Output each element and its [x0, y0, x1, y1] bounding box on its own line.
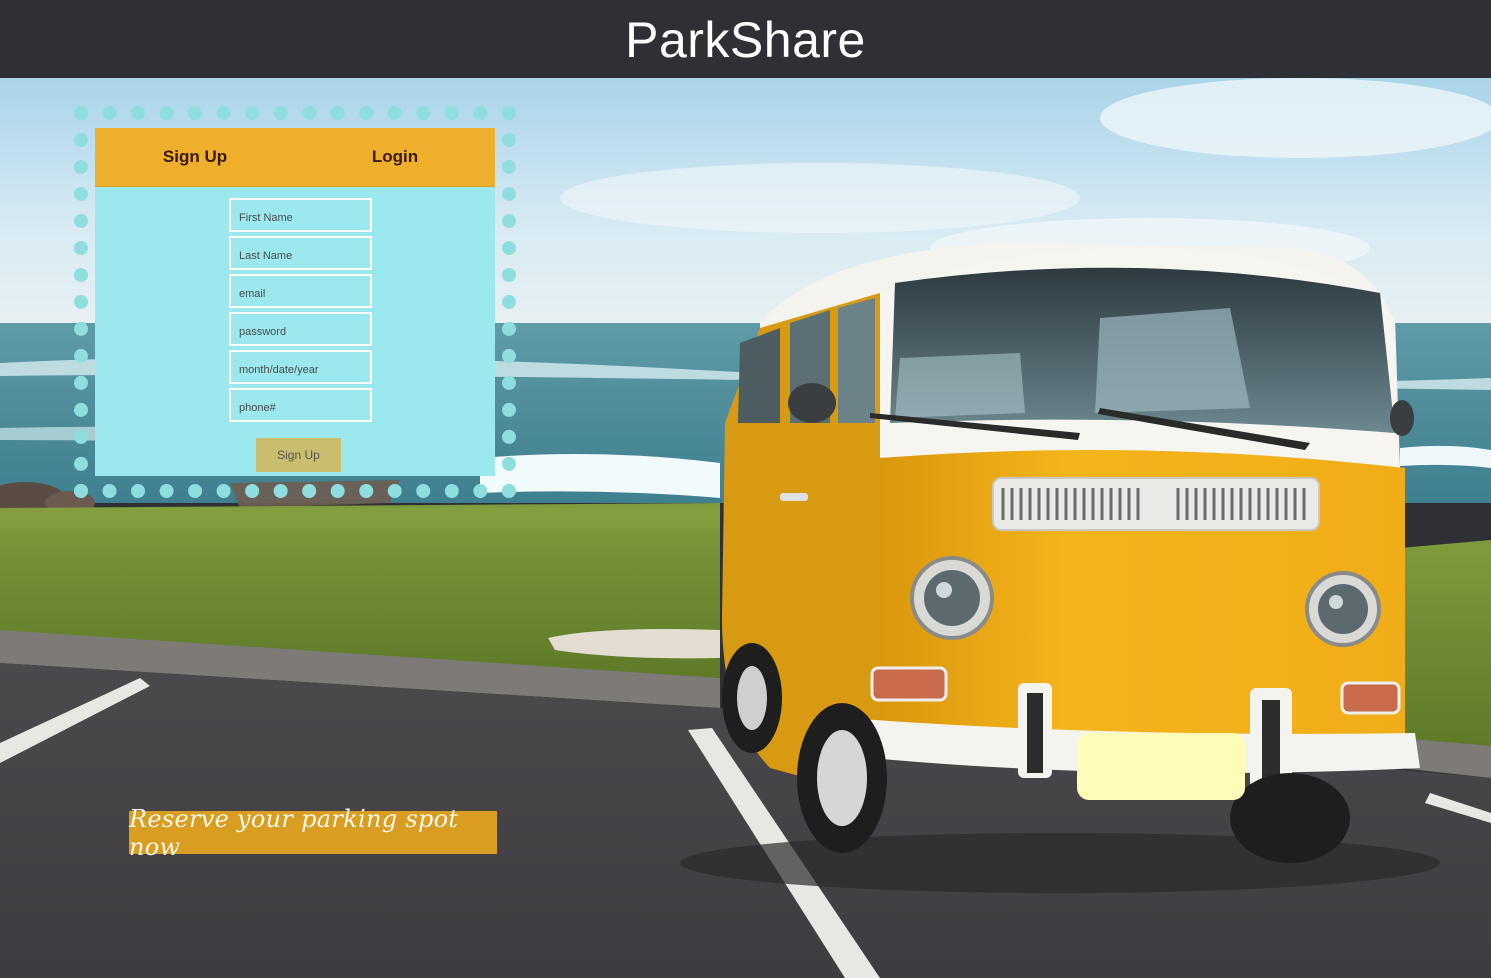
- email-input[interactable]: [229, 274, 372, 308]
- password-input[interactable]: [229, 312, 372, 346]
- last-name-input[interactable]: [229, 236, 372, 270]
- app-title: ParkShare: [625, 12, 866, 68]
- app-header: ParkShare: [0, 0, 1491, 78]
- date-of-birth-input[interactable]: [229, 350, 372, 384]
- first-name-input[interactable]: [229, 198, 372, 232]
- tab-login[interactable]: Login: [295, 128, 495, 186]
- tab-sign-up[interactable]: Sign Up: [95, 128, 295, 186]
- reserve-banner: Reserve your parking spot now: [129, 805, 497, 861]
- auth-tabs: Sign Up Login: [95, 128, 495, 187]
- license-plate-patch: [1077, 733, 1245, 800]
- signup-form: Sign Up: [95, 187, 495, 472]
- phone-input[interactable]: [229, 388, 372, 422]
- sign-up-button[interactable]: Sign Up: [256, 438, 341, 472]
- auth-card: Sign Up Login Sign Up: [95, 128, 495, 476]
